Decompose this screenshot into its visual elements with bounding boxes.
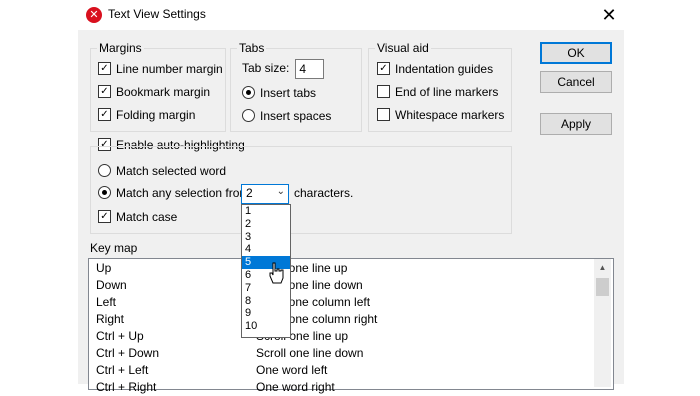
tab-size-label: Tab size: — [242, 61, 290, 76]
radio-unselected-icon — [242, 109, 255, 123]
dropdown-option[interactable]: 3 — [242, 231, 290, 244]
checkbox-label: Match case — [116, 210, 178, 224]
checkbox-label: Whitespace markers — [395, 108, 505, 122]
checkbox-label: Bookmark margin — [116, 85, 211, 99]
insert-tabs-radio[interactable]: Insert tabs — [242, 84, 316, 102]
radio-label: Match selected word — [116, 164, 227, 178]
match-any-selection-radio[interactable]: Match any selection from: — [98, 184, 253, 202]
radio-label: Insert spaces — [260, 109, 332, 123]
title-bar: ✕ Text View Settings ✕ — [78, 0, 624, 30]
keymap-action: One word left — [256, 363, 328, 377]
folding-margin-checkbox[interactable]: ✓ Folding margin — [98, 106, 195, 124]
checkbox-checked-icon: ✓ — [98, 210, 111, 224]
checkbox-label: Line number margin — [116, 62, 223, 76]
keymap-title: Key map — [90, 241, 138, 255]
app-logo-icon: ✕ — [86, 7, 102, 23]
end-of-line-markers-checkbox[interactable]: End of line markers — [377, 83, 498, 101]
min-characters-combobox[interactable]: 2 ⌄ — [241, 184, 289, 204]
margins-group-title: Margins — [97, 41, 144, 55]
tab-size-row: Tab size: 4 — [242, 59, 325, 79]
combobox-value: 2 — [246, 186, 253, 200]
radio-selected-icon — [98, 186, 111, 200]
insert-spaces-radio[interactable]: Insert spaces — [242, 107, 331, 125]
dropdown-option[interactable]: 10 — [242, 320, 290, 333]
dropdown-option[interactable]: 1 — [242, 205, 290, 218]
scrollbar-thumb[interactable] — [596, 278, 609, 296]
match-selected-word-radio[interactable]: Match selected word — [98, 162, 226, 180]
radio-label: Match any selection from: — [116, 186, 253, 200]
keymap-key: Ctrl + Up — [96, 329, 144, 343]
keymap-key: Ctrl + Right — [96, 380, 157, 394]
indentation-guides-checkbox[interactable]: ✓ Indentation guides — [377, 60, 493, 78]
checkbox-unchecked-icon — [377, 85, 390, 99]
checkbox-label: Folding margin — [116, 108, 196, 122]
keymap-key: Left — [96, 295, 117, 309]
checkbox-checked-icon: ✓ — [377, 62, 390, 76]
checkbox-label: End of line markers — [395, 85, 499, 99]
checkbox-checked-icon: ✓ — [98, 108, 111, 122]
keymap-key: Ctrl + Down — [96, 346, 160, 360]
line-number-margin-checkbox[interactable]: ✓ Line number margin — [98, 60, 223, 78]
keymap-action: Scroll one line down — [256, 346, 364, 360]
keymap-action: One word right — [256, 380, 335, 394]
dropdown-option[interactable]: 4 — [242, 243, 290, 256]
window-title: Text View Settings — [108, 7, 206, 21]
apply-button[interactable]: Apply — [540, 113, 612, 135]
checkbox-unchecked-icon — [377, 108, 390, 122]
keymap-key: Down — [96, 278, 127, 292]
radio-label: Insert tabs — [260, 86, 317, 100]
chevron-down-icon: ⌄ — [276, 186, 285, 197]
visual-aid-group-title: Visual aid — [375, 41, 431, 55]
tab-size-input[interactable]: 4 — [295, 59, 325, 79]
whitespace-markers-checkbox[interactable]: Whitespace markers — [377, 106, 504, 124]
checkbox-checked-icon: ✓ — [98, 62, 111, 76]
radio-selected-icon — [242, 86, 255, 100]
checkbox-label: Indentation guides — [395, 62, 494, 76]
dropdown-option[interactable]: 8 — [242, 295, 290, 308]
keymap-key: Right — [96, 312, 125, 326]
keymap-key: Ctrl + Left — [96, 363, 149, 377]
ok-button[interactable]: OK — [540, 42, 612, 64]
dropdown-option[interactable]: 2 — [242, 218, 290, 231]
hand-pointer-cursor-icon — [269, 262, 284, 284]
checkbox-checked-icon: ✓ — [98, 85, 111, 99]
bookmark-margin-checkbox[interactable]: ✓ Bookmark margin — [98, 83, 210, 101]
match-case-checkbox[interactable]: ✓ Match case — [98, 208, 177, 226]
dropdown-option[interactable]: 9 — [242, 307, 290, 320]
cancel-button[interactable]: Cancel — [540, 71, 612, 93]
scroll-up-icon[interactable]: ▲ — [594, 259, 611, 276]
tabs-group-title: Tabs — [237, 41, 267, 55]
close-button[interactable]: ✕ — [598, 4, 620, 26]
keymap-key: Up — [96, 261, 112, 275]
characters-suffix-label: characters. — [294, 186, 354, 200]
radio-unselected-icon — [98, 164, 111, 178]
keymap-scrollbar[interactable]: ▲ — [594, 259, 611, 387]
